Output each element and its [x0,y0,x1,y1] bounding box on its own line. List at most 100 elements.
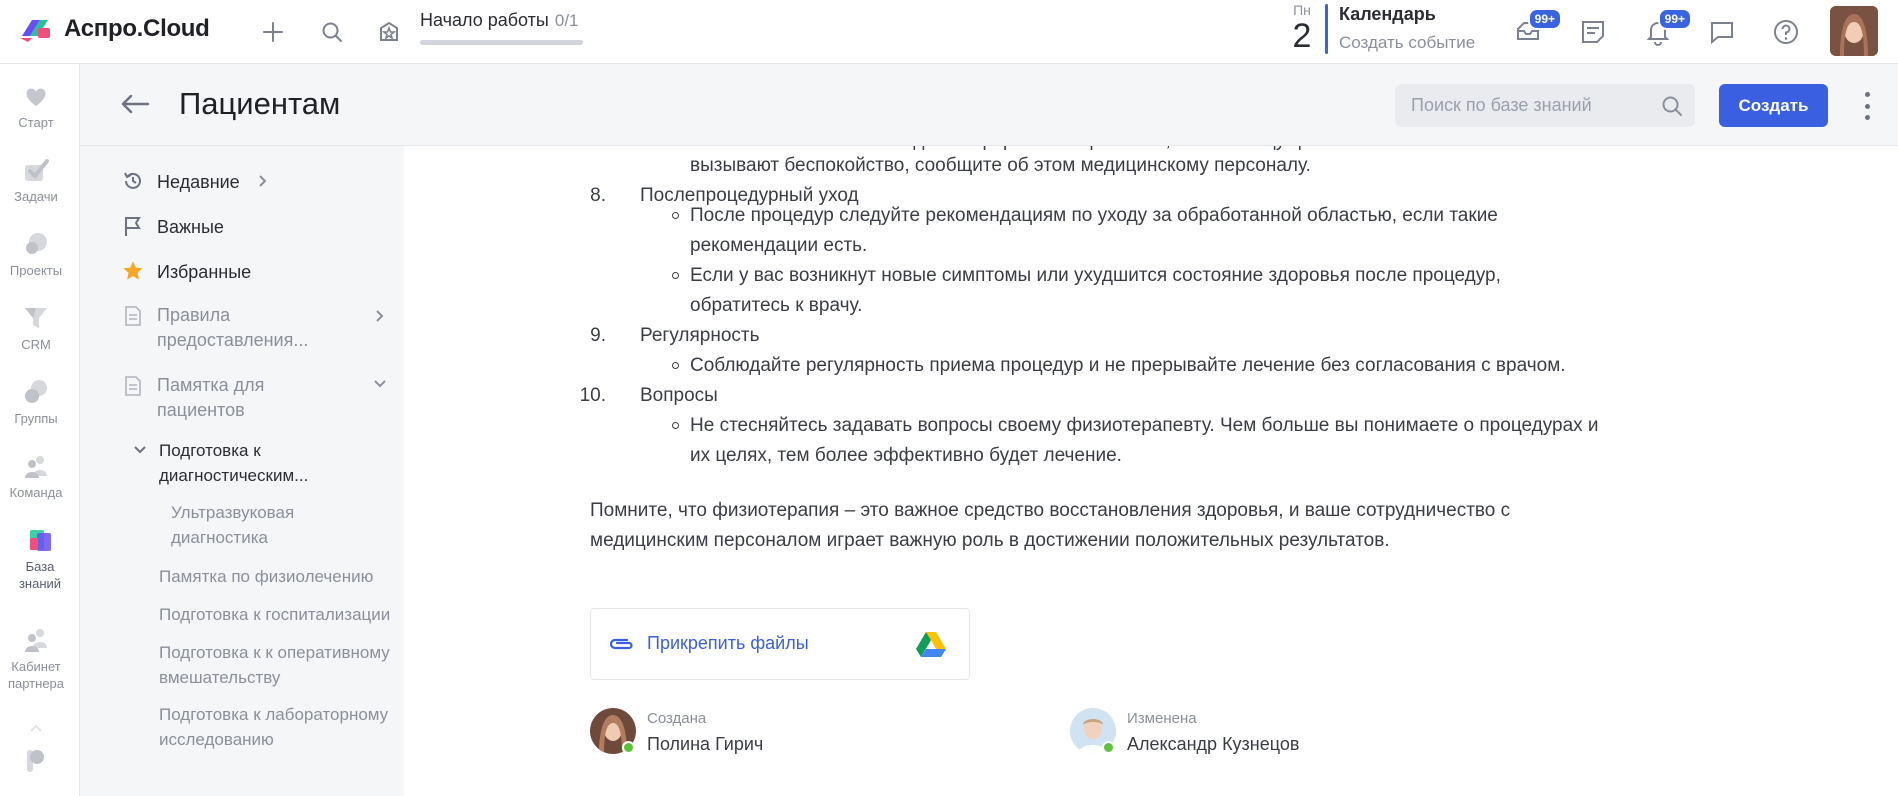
tree-label: Недавние [157,172,240,192]
partner-icon [22,626,50,654]
search-icon[interactable] [316,16,348,48]
top-bar: Аспро.Cloud Начало работы 0/1 Пн 2 Календ… [0,0,1898,64]
tree-label: Памятка для пациентов [157,375,265,420]
rail-item-tasks[interactable]: Задачи [0,156,72,205]
tree-item-surgery[interactable]: Подготовка к к оперативному вмешательств… [159,640,404,690]
more-options-icon[interactable] [1855,92,1879,120]
knowledge-base-icon [26,526,54,554]
create-button[interactable]: Создать [1719,84,1828,127]
rail-label: Группы [14,411,58,426]
attach-files-box[interactable]: Прикрепить файлы [590,608,970,680]
paragraph-line: вызывают беспокойство, сообщите об этом … [690,155,1311,176]
tree-item-ultrasound[interactable]: Ультразвуковая диагностика [171,500,331,550]
paperclip-icon [607,634,635,659]
rail-item-knowledge-base[interactable]: База знаний [4,526,76,592]
bullet-text: Соблюдайте регулярность приема процедур … [690,355,1566,376]
rail-label: Проекты [9,263,63,278]
check-icon [22,156,50,184]
search-icon[interactable] [1660,94,1684,123]
modifier-name[interactable]: Александр Кузнецов [1127,734,1299,755]
team-icon [22,452,50,480]
bullet-text: рекомендации есть. [690,235,868,256]
document-icon [122,375,144,397]
chevron-down-icon [371,377,389,395]
closing-paragraph: медицинским персоналом играет важную рол… [590,530,1390,551]
brand-name: Аспро.Cloud [64,15,210,42]
start-work-progress [420,40,583,45]
create-event-link[interactable]: Создать событие [1339,33,1475,53]
calendar-date[interactable]: Пн 2 [1290,2,1314,54]
chevron-right-icon [258,172,268,195]
start-work-count: 0/1 [554,11,579,30]
mail-icon[interactable]: 99+ [1512,8,1562,48]
tree-item-hospitalization[interactable]: Подготовка к госпитализации [159,602,404,627]
rail-item-start[interactable]: Старт [0,82,72,131]
bullet-text: После процедур следуйте рекомендациям по… [690,205,1498,226]
rail-item-partner[interactable]: Кабинет партнера [0,626,72,692]
online-status-dot [1102,741,1115,754]
page-header: Пациентам Создать [80,64,1898,146]
start-work-label: Начало работы [420,10,549,30]
tree-item-lab[interactable]: Подготовка к лабораторному исследованию [159,702,404,752]
calendar-day-number: 2 [1292,17,1312,55]
star-icon [122,260,144,282]
user-avatar[interactable] [1830,6,1878,56]
rail-label: Старт [18,115,54,130]
rail-label: База знаний [18,559,62,591]
projects-icon [22,230,50,258]
notes-icon[interactable] [1577,16,1609,48]
chevron-right-icon [375,307,385,330]
chat-icon[interactable] [1706,16,1738,48]
knowledge-search-input[interactable] [1395,84,1695,127]
creator-name[interactable]: Полина Гирич [647,734,763,755]
list-number: 9. [590,325,606,346]
calendar-widget[interactable]: Календарь Создать событие [1339,4,1475,53]
bullet-text: Если у вас возникнут новые симптомы или … [690,265,1501,286]
mail-badge: 99+ [1527,8,1562,30]
bullet [672,422,679,429]
document-icon [122,305,144,327]
google-drive-icon[interactable] [916,631,946,658]
rail-item-projects[interactable]: Проекты [0,230,72,279]
calendar-weekday: Пн [1293,2,1311,18]
rail-item-crm[interactable]: CRM [0,304,72,353]
add-icon[interactable] [257,16,289,48]
online-status-dot [622,741,635,754]
tree-label: Правила предоставления... [157,305,309,350]
rail-item-groups[interactable]: Группы [0,378,72,427]
help-icon[interactable] [1770,16,1802,48]
bullet-text: обратитесь к врачу. [690,295,863,316]
rail-scroll-up[interactable] [0,719,72,737]
groups-icon [22,378,50,406]
start-work-widget[interactable]: Начало работы 0/1 [420,10,583,45]
back-arrow-icon[interactable] [120,92,150,121]
list-number: 8. [590,185,606,206]
attach-files-label[interactable]: Прикрепить файлы [647,633,809,654]
list-item-title: Регулярность [640,325,760,346]
modified-label: Изменена [1127,710,1197,727]
calendar-divider [1325,4,1328,54]
closing-paragraph: Помните, что физиотерапия – это важное с… [590,500,1511,521]
heart-icon [22,82,50,110]
tree-label: Важные [157,217,224,237]
onboarding-icon[interactable] [373,16,405,48]
tree-item-physio[interactable]: Памятка по физиолечению [159,564,399,589]
notifications-icon[interactable]: 99+ [1642,8,1692,48]
funnel-icon [22,304,50,332]
rail-item-team[interactable]: Команда [0,452,72,501]
brand-logo[interactable]: Аспро.Cloud [18,14,210,44]
calendar-title: Календарь [1339,4,1436,24]
bullet [672,362,679,369]
brand-logo-icon [18,14,54,44]
tree-label: Подготовка к диагностическим... [159,441,309,485]
partner-p-icon [22,746,50,774]
list-item-title: Вопросы [640,385,718,406]
rail-item-more[interactable] [0,746,72,778]
created-label: Создана [647,710,707,727]
flag-icon [122,215,144,237]
rail-label: CRM [21,337,51,352]
tree-label: Избранные [157,262,252,282]
bullet-text: их целях, тем более эффективно будет леч… [690,445,1122,466]
article-content: покалывание или легкое дискомфорт. Это н… [404,146,1898,796]
rail-label: Задачи [14,189,58,204]
